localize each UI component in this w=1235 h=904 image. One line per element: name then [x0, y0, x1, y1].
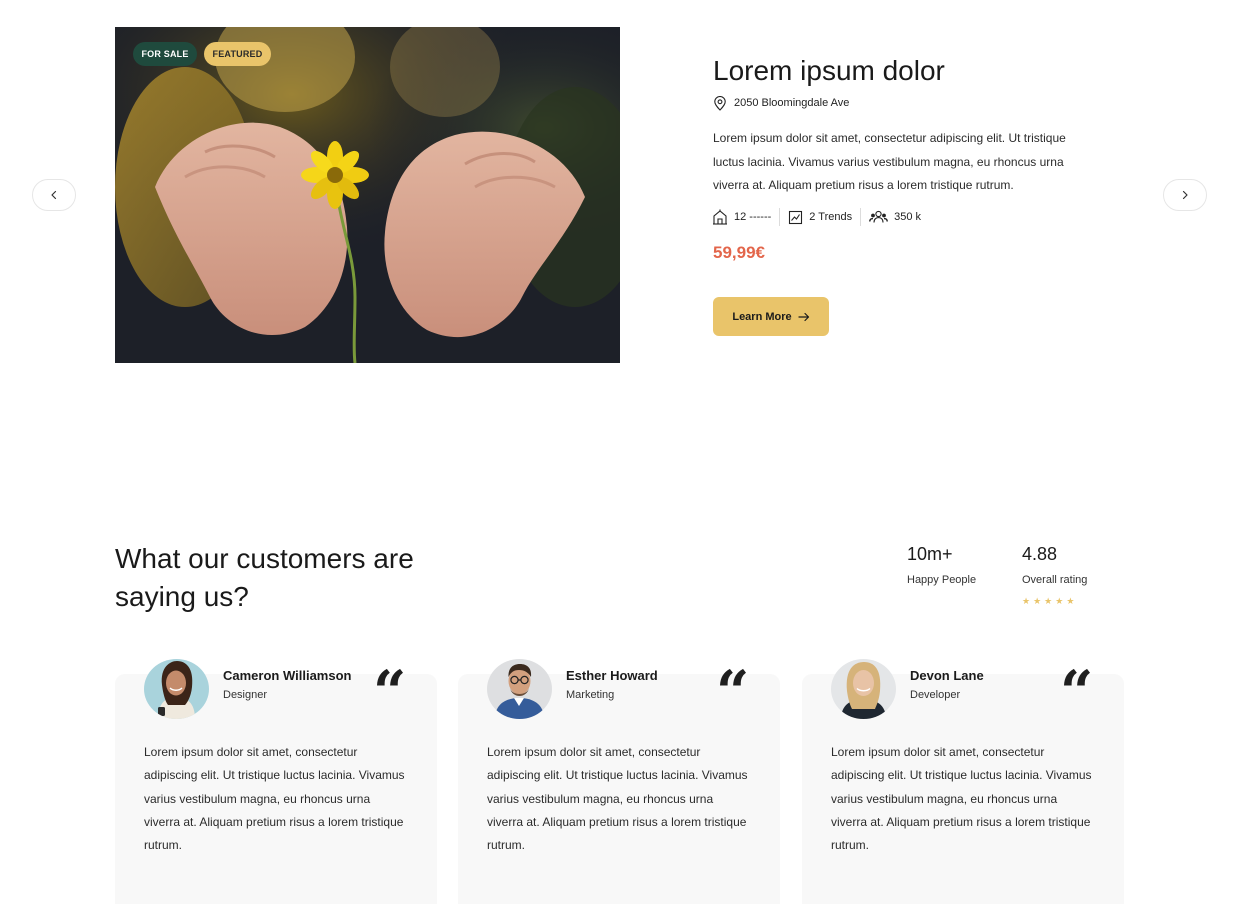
- featured-badge: FEATURED: [204, 42, 271, 66]
- chevron-right-icon: [1182, 190, 1188, 200]
- stat-trends: 2 Trends: [788, 207, 852, 227]
- chevron-left-icon: [51, 190, 57, 200]
- rating-stars: ★ ★ ★ ★ ★: [1022, 595, 1074, 607]
- arrow-right-icon: [798, 312, 809, 321]
- metric-overall-rating: 4.88 Overall rating: [1022, 544, 1087, 586]
- avatar: [831, 659, 896, 719]
- stat-trends-label: 2 Trends: [809, 211, 853, 223]
- metric-label: Happy People: [907, 574, 977, 586]
- metric-happy-people: 10m+ Happy People: [907, 544, 976, 586]
- star-icon: ★: [1055, 596, 1064, 606]
- customer-role: Marketing: [566, 689, 615, 701]
- testimonial-text: Lorem ipsum dolor sit amet, consectetur …: [487, 745, 748, 853]
- metric-label: Overall rating: [1022, 574, 1088, 586]
- star-icon: ★: [1022, 596, 1031, 606]
- location-pin-icon: [714, 95, 726, 111]
- testimonial-text: Lorem ipsum dolor sit amet, consectetur …: [831, 745, 1092, 853]
- customer-name: Cameron Williamson: [223, 668, 352, 683]
- for-sale-badge: FOR SALE: [133, 42, 197, 66]
- customer-role: Designer: [223, 689, 268, 701]
- customer-photo: [144, 659, 209, 719]
- carousel-prev-button[interactable]: [32, 179, 76, 211]
- testimonial-card: Cameron Williamson Designer “ Lorem ipsu…: [115, 659, 437, 904]
- customer-name: Devon Lane: [910, 668, 984, 683]
- learn-more-label: Learn More: [732, 310, 792, 323]
- property-stats: 12 ------ 2 Trends 350 k: [712, 206, 921, 228]
- testimonial-card: Esther Howard Marketing “ Lorem ipsum do…: [458, 659, 780, 904]
- metric-value: 4.88: [1022, 544, 1058, 564]
- quote-icon: “: [1060, 658, 1094, 726]
- stat-divider: [779, 208, 781, 226]
- hands-flower-image: [115, 27, 620, 363]
- stat-people: 350 k: [869, 207, 921, 227]
- property-address: 2050 Bloomingdale Ave: [713, 95, 849, 111]
- star-icon: ★: [1066, 596, 1075, 606]
- property-price: 59,99€: [713, 243, 765, 262]
- building-icon: [713, 209, 727, 225]
- stat-units-label: 12 ------: [734, 211, 772, 223]
- trend-chart-icon: [789, 210, 803, 224]
- star-icon: ★: [1033, 596, 1042, 606]
- customer-role: Developer: [910, 689, 961, 701]
- avatar: [144, 659, 209, 719]
- carousel-next-button[interactable]: [1163, 179, 1207, 211]
- property-image[interactable]: FOR SALE FEATURED: [115, 27, 620, 363]
- quote-icon: “: [373, 658, 407, 726]
- page: FOR SALE FEATURED Lorem ipsum dolor 2050…: [0, 0, 1235, 904]
- quote-icon: “: [716, 658, 750, 726]
- avatar: [487, 659, 552, 719]
- customer-photo: [487, 659, 552, 719]
- property-title: Lorem ipsum dolor: [713, 55, 945, 86]
- testimonial-card: Devon Lane Developer “ Lorem ipsum dolor…: [802, 659, 1124, 904]
- address-text: 2050 Bloomingdale Ave: [734, 97, 850, 109]
- stat-divider: [860, 208, 862, 226]
- testimonials-heading: What our customers are saying us?: [115, 543, 414, 612]
- stat-people-label: 350 k: [894, 211, 922, 223]
- metric-value: 10m+: [907, 544, 953, 564]
- people-icon: [869, 210, 888, 223]
- property-description: Lorem ipsum dolor sit amet, consectetur …: [713, 131, 1066, 192]
- stat-units: 12 ------: [712, 207, 771, 227]
- testimonial-text: Lorem ipsum dolor sit amet, consectetur …: [144, 745, 405, 853]
- customer-name: Esther Howard: [566, 668, 658, 683]
- customer-photo: [831, 659, 896, 719]
- star-icon: ★: [1044, 596, 1053, 606]
- learn-more-button[interactable]: Learn More: [713, 297, 829, 336]
